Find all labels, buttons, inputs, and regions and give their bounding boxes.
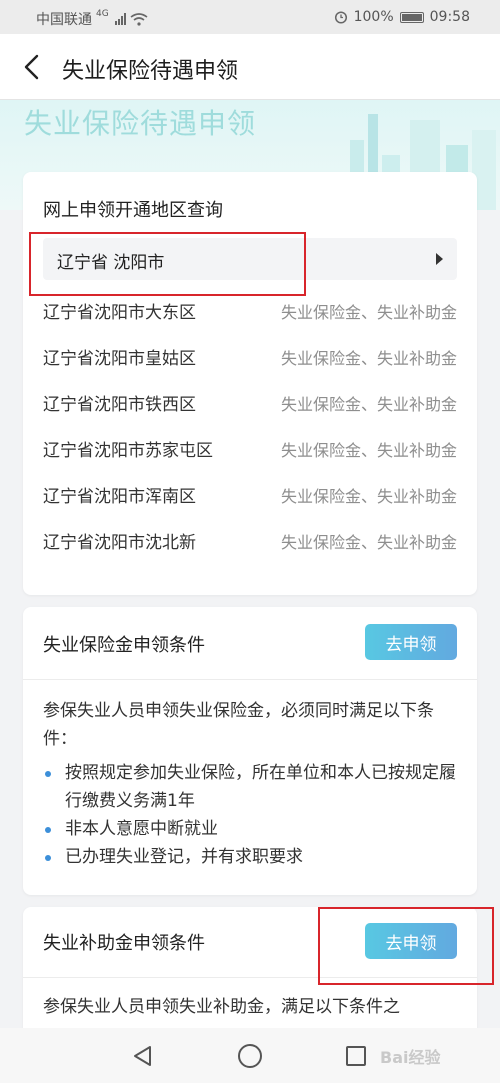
arrow-right-icon (436, 253, 443, 265)
region-row: 辽宁省沈阳市苏家屯区 失业保险金、失业补助金 (43, 438, 457, 464)
alarm-clock-icon (334, 11, 347, 24)
region-services: 失业保险金、失业补助金 (280, 395, 457, 414)
hero-title: 失业保险待遇申领 (24, 107, 257, 140)
battery-icon (399, 11, 424, 23)
region-name: 辽宁省沈阳市沈北新 (43, 533, 196, 553)
divider (23, 977, 477, 978)
condition-item: 非本人意愿中断就业 (43, 815, 461, 843)
condition-item: 按照规定参加失业保险，所在单位和本人已按规定履行缴费义务满1年 (43, 759, 461, 815)
subsidy-card-title: 失业补助金申领条件 (43, 933, 205, 954)
signal-icon (114, 13, 126, 25)
region-name: 辽宁省沈阳市苏家屯区 (43, 441, 213, 461)
region-row: 辽宁省沈阳市浑南区 失业保险金、失业补助金 (43, 484, 457, 510)
condition-text: 按照规定参加失业保险，所在单位和本人已按规定履行缴费义务满1年 (65, 763, 456, 811)
region-name: 辽宁省沈阳市浑南区 (43, 487, 196, 507)
network-label: 4G (96, 9, 109, 19)
subsidy-apply-button[interactable]: 去申领 (365, 923, 457, 959)
region-row: 辽宁省沈阳市皇姑区 失业保险金、失业补助金 (43, 346, 457, 372)
region-row: 辽宁省沈阳市大东区 失业保险金、失业补助金 (43, 300, 457, 326)
divider (23, 679, 477, 680)
insurance-conditions-card: 失业保险金申领条件 去申领 参保失业人员申领失业保险金，必须同时满足以下条件： … (23, 607, 477, 895)
region-name: 辽宁省沈阳市大东区 (43, 303, 196, 323)
insurance-intro-text: 参保失业人员申领失业保险金，必须同时满足以下条件： (43, 701, 434, 749)
condition-text: 非本人意愿中断就业 (65, 819, 218, 839)
region-query-title: 网上申领开通地区查询 (43, 200, 223, 221)
region-services: 失业保险金、失业补助金 (280, 303, 457, 322)
region-services: 失业保险金、失业补助金 (280, 487, 457, 506)
insurance-apply-button[interactable]: 去申领 (365, 624, 457, 660)
status-left: 中国联通 4G (36, 9, 148, 29)
region-row: 辽宁省沈阳市沈北新 失业保险金、失业补助金 (43, 530, 457, 556)
insurance-condition-list: 按照规定参加失业保险，所在单位和本人已按规定履行缴费义务满1年 非本人意愿中断就… (43, 759, 461, 871)
region-name: 辽宁省沈阳市铁西区 (43, 395, 196, 415)
bullet-dot-icon (45, 771, 51, 777)
region-list: 辽宁省沈阳市大东区 失业保险金、失业补助金 辽宁省沈阳市皇姑区 失业保险金、失业… (43, 300, 457, 576)
system-nav-bar: Bai经验 (0, 1028, 500, 1083)
battery-label: 100% (353, 9, 394, 25)
bullet-dot-icon (45, 855, 51, 861)
watermark: Bai经验 (380, 1048, 441, 1067)
nav-back-icon[interactable] (132, 1045, 154, 1067)
region-services: 失业保险金、失业补助金 (280, 441, 457, 460)
clock-time: 09:58 (429, 9, 470, 25)
status-right: 100% 09:58 (334, 9, 470, 25)
status-bar: 中国联通 4G 100% 09:58 (0, 0, 500, 34)
bullet-dot-icon (45, 827, 51, 833)
selected-region-label: 辽宁省 沈阳市 (57, 253, 165, 273)
region-services: 失业保险金、失业补助金 (280, 349, 457, 368)
condition-text: 已办理失业登记，并有求职要求 (65, 847, 303, 867)
nav-home-icon[interactable] (238, 1044, 262, 1068)
region-name: 辽宁省沈阳市皇姑区 (43, 349, 196, 369)
subsidy-intro-text: 参保失业人员申领失业补助金，满足以下条件之 (43, 997, 400, 1017)
region-row: 辽宁省沈阳市铁西区 失业保险金、失业补助金 (43, 392, 457, 418)
region-services: 失业保险金、失业补助金 (280, 533, 457, 552)
page-title: 失业保险待遇申领 (62, 59, 239, 84)
top-app-bar: 失业保险待遇申领 (0, 34, 500, 100)
nav-recent-apps-icon[interactable] (346, 1046, 366, 1066)
region-query-card: 网上申领开通地区查询 辽宁省 沈阳市 辽宁省沈阳市大东区 失业保险金、失业补助金… (23, 172, 477, 595)
wifi-icon (130, 12, 148, 26)
condition-item: 已办理失业登记，并有求职要求 (43, 843, 461, 871)
carrier-label: 中国联通 (36, 12, 92, 28)
insurance-card-title: 失业保险金申领条件 (43, 635, 205, 656)
region-selector[interactable]: 辽宁省 沈阳市 (43, 238, 457, 280)
back-arrow-icon[interactable] (18, 52, 48, 82)
